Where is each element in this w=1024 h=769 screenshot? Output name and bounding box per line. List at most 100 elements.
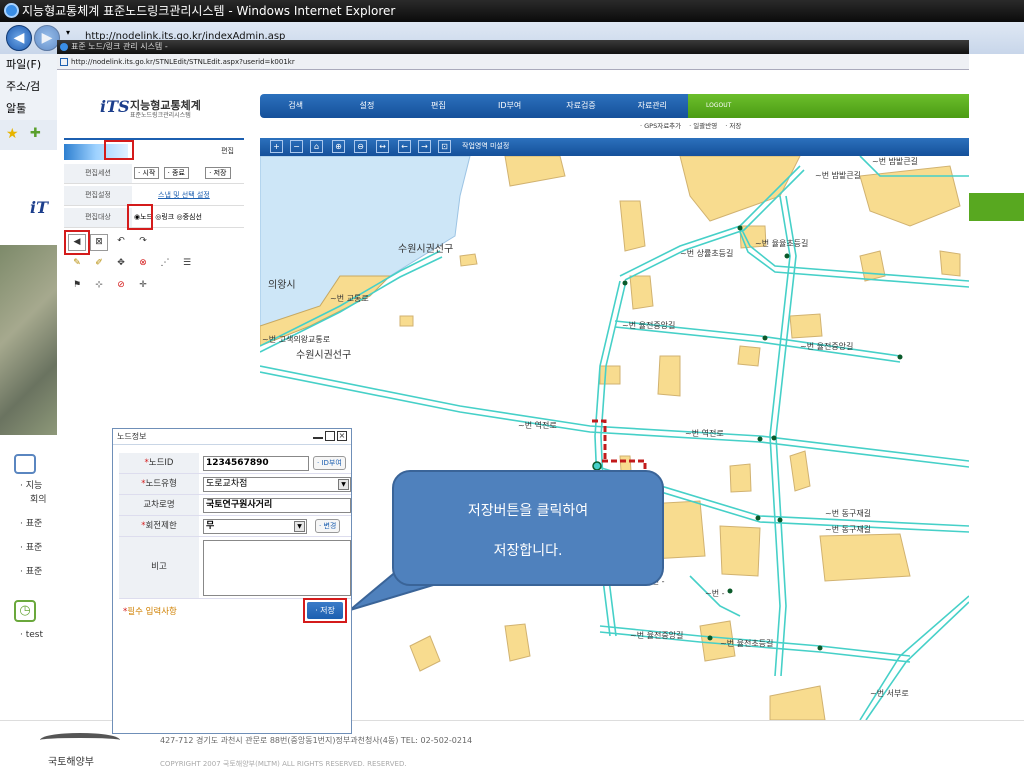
pan-icon[interactable]: ↔ (376, 140, 389, 153)
edit-target-row: 편집대상 ◉노드 ◎링크 ◎중심선 (64, 208, 244, 228)
edit-session-row: 편집세션 · 시작 · 종료 · 저장 (64, 164, 244, 184)
footer-address: 427-712 경기도 과천시 관문로 88번(중앙동1번지)정부과천청사(4동… (160, 736, 473, 745)
nav-id-assign[interactable]: ID부여 (474, 94, 545, 118)
favorites-bar: ★ ✚ (0, 120, 60, 150)
remove-vertex-icon[interactable]: ⊘ (112, 278, 130, 295)
label-road-15: ~번 율율초등길 (755, 239, 808, 248)
label-road-4: ~번 동구재길 (825, 525, 871, 534)
zoom-out-icon[interactable]: − (290, 140, 303, 153)
id-assign-button[interactable]: · ID부여 (313, 456, 346, 470)
map-toolbar: + − ⌂ ⊕ ⊖ ↔ ← → ⊡ 작업영역 미설정 (260, 138, 969, 156)
edit-tab-highlight (104, 140, 134, 160)
edit-target-label: 편집대상 (64, 208, 132, 227)
nav-data-verify[interactable]: 자료검증 (545, 94, 616, 118)
ministry-logo-icon (40, 733, 120, 747)
minimize-icon[interactable] (313, 431, 323, 439)
selected-node[interactable] (592, 461, 602, 471)
notice-item-4[interactable]: · 표준 (20, 540, 42, 553)
chevron-down-icon: ▼ (294, 521, 305, 532)
parallel-lines-icon[interactable]: ☰ (178, 256, 196, 273)
close-icon[interactable]: × (337, 431, 347, 441)
edit-panel-title: 편집 (221, 147, 234, 155)
label-road-5: ~번 율전중앙길 (622, 320, 675, 330)
add-point-icon[interactable]: ✛ (134, 278, 152, 295)
add-favorite-icon[interactable]: ✚ (30, 126, 41, 141)
intersection-row: 교차로명 국토연구원사거리 (119, 495, 351, 516)
home-icon[interactable]: ⌂ (310, 140, 323, 153)
sub-nav: · GPS자료추가 · 일괄반영 · 저장 (640, 120, 780, 132)
redo-icon[interactable]: ↷ (134, 234, 152, 251)
subnav-save[interactable]: · 저장 (725, 120, 741, 132)
subnav-gps-add[interactable]: · GPS자료추가 (640, 120, 681, 132)
edit-panel-header: 편집 (64, 138, 244, 160)
radio-link[interactable]: ◎링크 (155, 213, 174, 221)
test-item[interactable]: · test (20, 630, 43, 640)
nav-edit[interactable]: 편집 (403, 94, 474, 118)
node-type-select[interactable]: 도로교차점 ▼ (203, 477, 351, 492)
snap-select-settings-link[interactable]: 스냅 및 선택 설정 (158, 186, 210, 205)
change-button[interactable]: · 변경 (315, 519, 341, 533)
back-view-icon[interactable]: ← (398, 140, 411, 153)
zoom-next-icon[interactable]: ⊖ (354, 140, 367, 153)
back-icon[interactable]: ◀ (6, 25, 32, 51)
inner-window-title: 표준 노드/링크 관리 시스템 - (57, 40, 969, 54)
delete-icon[interactable]: ⊗ (134, 256, 152, 273)
nav-data-manage[interactable]: 자료관리 (617, 94, 688, 118)
window-title-bar: 지능형교통체계 표준노드링크관리시스템 - Windows Internet E… (0, 0, 1024, 22)
inner-address-text: http://nodelink.its.go.kr/STNLEdit/STNLE… (71, 58, 295, 66)
logout-button[interactable]: LOGOUT (706, 102, 731, 109)
chevron-down-icon: ▼ (338, 479, 349, 490)
box-select-icon[interactable]: ⊠ (90, 234, 108, 251)
node-radio-highlight (127, 204, 153, 230)
flag-node-icon[interactable]: ⚑ (68, 278, 86, 295)
zoom-prev-icon[interactable]: ⊕ (332, 140, 345, 153)
pencil-delete-icon[interactable]: ✐ (90, 256, 108, 273)
nav-search[interactable]: 검색 (260, 94, 331, 118)
subnav-batch-apply[interactable]: · 일괄반영 (689, 120, 717, 132)
edit-settings-label: 편집설정 (64, 186, 132, 205)
toolbar-alttool[interactable]: 알툴 (0, 98, 60, 120)
split-icon[interactable]: ⋰ (156, 256, 174, 273)
alttool-label: 알툴 (6, 102, 27, 115)
instruction-callout: 저장버튼을 클릭하여 저장합니다. (392, 470, 664, 586)
full-extent-icon[interactable]: ⊡ (438, 140, 451, 153)
forward-view-icon[interactable]: → (418, 140, 431, 153)
favorites-star-icon[interactable]: ★ (6, 126, 19, 142)
edit-session-controls: · 시작 · 종료 · 저장 (134, 164, 233, 183)
node-id-label: *노드ID (119, 453, 199, 473)
notice-item-3[interactable]: · 표준 (20, 516, 42, 529)
move-icon[interactable]: ✥ (112, 256, 130, 273)
nav-settings[interactable]: 설정 (331, 94, 402, 118)
session-save-button[interactable]: · 저장 (205, 167, 231, 179)
maximize-icon[interactable] (325, 431, 335, 441)
node-id-input[interactable]: 1234567890 (203, 456, 309, 471)
inner-address-bar[interactable]: http://nodelink.its.go.kr/STNLEdit/STNLE… (57, 54, 969, 70)
add-vertex-icon[interactable]: ⊹ (90, 278, 108, 295)
session-start-button[interactable]: · 시작 (134, 167, 160, 179)
label-road-2: ~번 역전로 (685, 428, 724, 438)
edit-settings-row: 편집설정 스냅 및 선택 설정 (64, 186, 244, 206)
label-road-1: ~번 역전로 (518, 420, 557, 430)
notice-item-1[interactable]: · 지능 (20, 478, 42, 491)
label-road-6: ~번 율전중앙길 (800, 341, 853, 351)
notice-item-5[interactable]: · 표준 (20, 564, 42, 577)
zoom-in-icon[interactable]: + (270, 140, 283, 153)
map-canvas[interactable]: 의왕시 수원시권선구 수원시권선구 ~번 역전로 ~번 역전로 ~번 동구재길 … (260, 156, 969, 720)
pencil-icon[interactable]: ✎ (68, 256, 86, 273)
undo-icon[interactable]: ↶ (112, 234, 130, 251)
work-area-status: 작업영역 미설정 (462, 142, 510, 150)
menu-file[interactable]: 파일(F) (0, 54, 60, 76)
turn-restriction-select[interactable]: 무 ▼ (203, 519, 307, 534)
note-textarea[interactable] (203, 540, 351, 596)
label-district-1: 수원시권선구 (398, 243, 453, 255)
note-label: 비고 (119, 537, 199, 598)
its-logo[interactable]: iTS 지능형교통체계 표준노드링크관리시스템 (100, 95, 230, 123)
label-road-14: ~번 상률초등길 (680, 248, 733, 258)
notice-item-2[interactable]: 회의 (30, 492, 47, 505)
intersection-input[interactable]: 국토연구원사거리 (203, 498, 351, 513)
edit-session-label: 편집세션 (64, 164, 132, 183)
label-road-9: ~번 밤밭큰길 (815, 170, 861, 180)
session-end-button[interactable]: · 종료 (163, 167, 189, 179)
radio-centerline[interactable]: ◎중심선 (176, 213, 201, 221)
address-label: 주소/검 (0, 76, 60, 98)
